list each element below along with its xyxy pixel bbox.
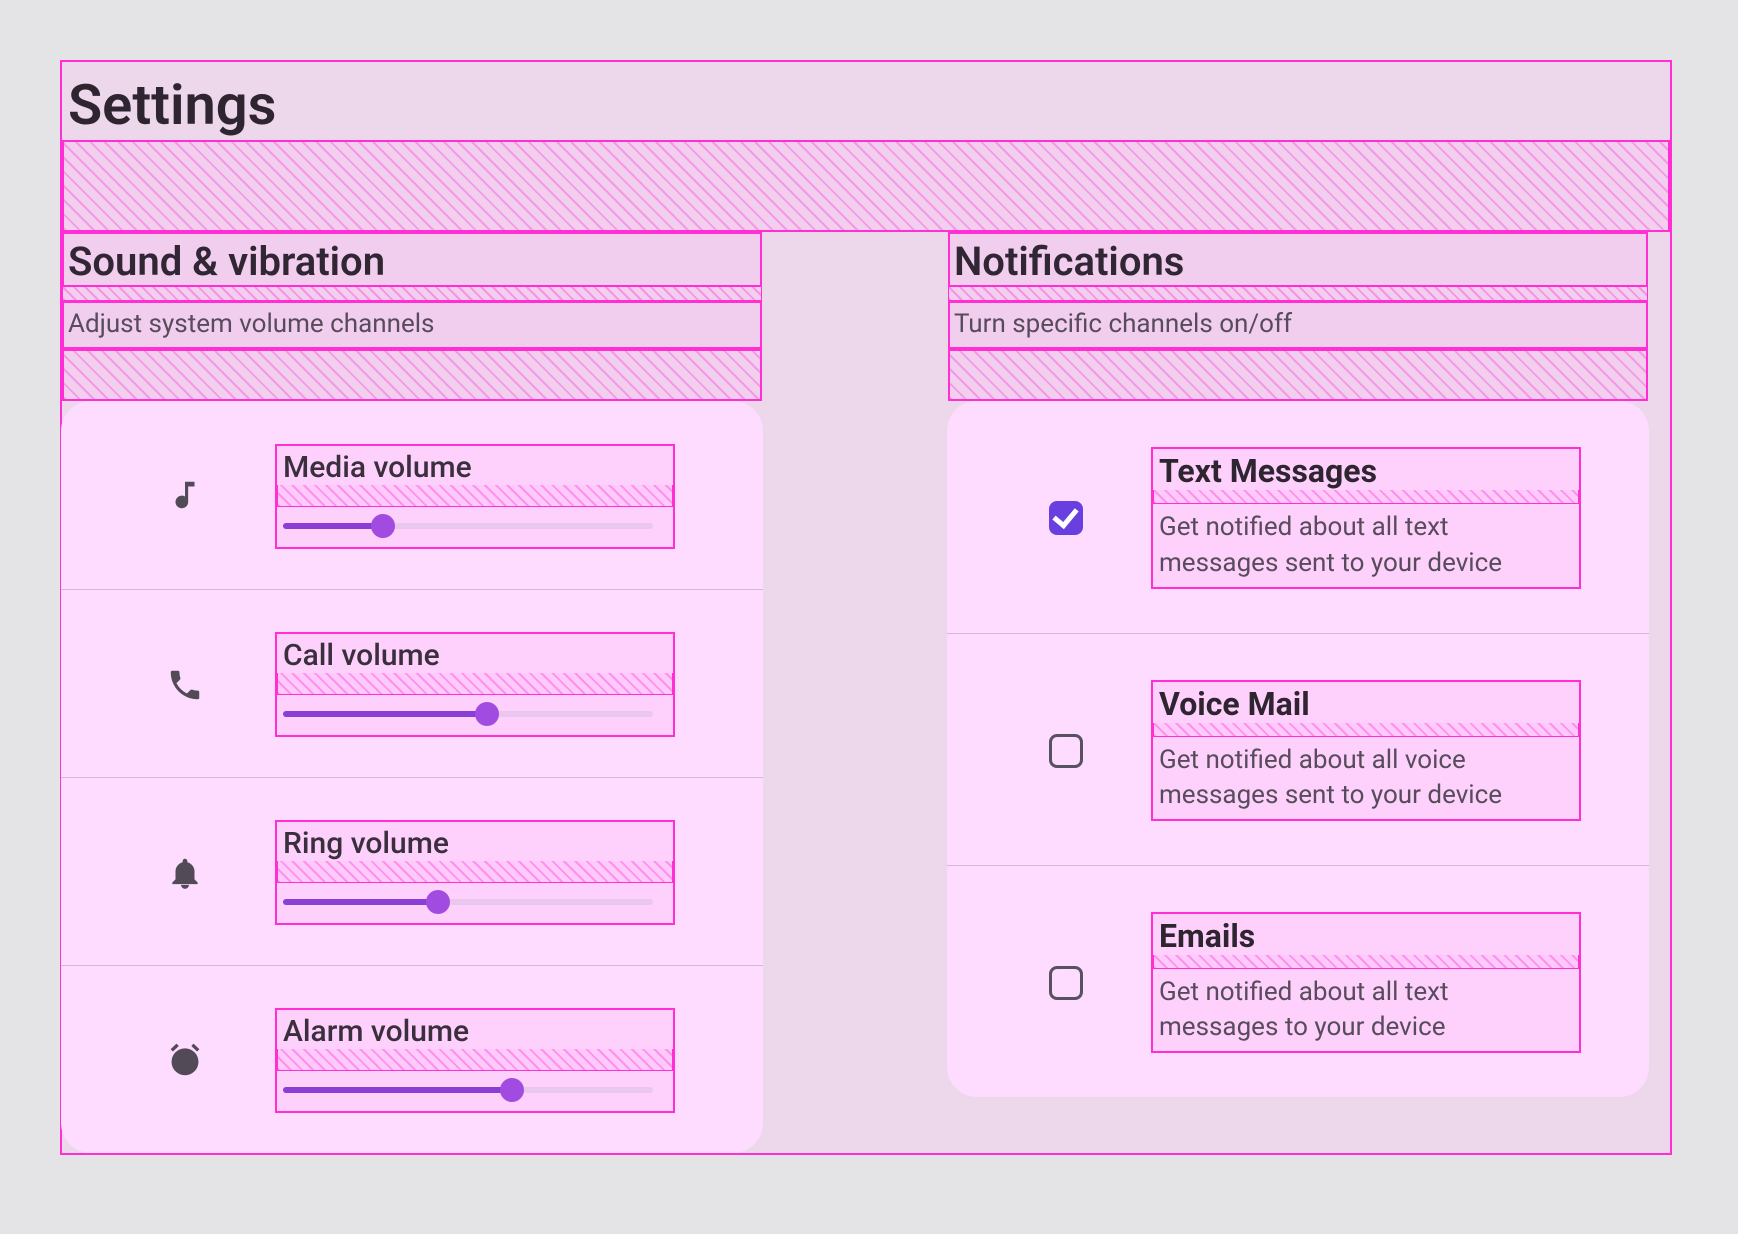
notifications-section: Notifications Turn specific channels on/… [948, 232, 1648, 1153]
notification-desc: Get notified about all text messages sen… [1153, 504, 1579, 586]
notification-row-voice-mail: Voice Mail Get notified about all voice … [947, 633, 1649, 865]
page-title: Settings [62, 62, 1670, 140]
emails-checkbox[interactable] [1049, 966, 1083, 1000]
spacer [948, 287, 1648, 301]
notification-desc: Get notified about all voice messages se… [1153, 737, 1579, 819]
volume-row-ring: Ring volume [61, 777, 763, 965]
text-messages-checkbox[interactable] [1049, 501, 1083, 535]
volume-label: Ring volume [277, 822, 673, 861]
notification-desc: Get notified about all text messages to … [1153, 969, 1579, 1051]
voice-mail-checkbox[interactable] [1049, 734, 1083, 768]
spacer [948, 349, 1648, 401]
notifications-section-title: Notifications [948, 232, 1648, 287]
notifications-section-subtitle: Turn specific channels on/off [948, 301, 1648, 349]
phone-icon [95, 666, 275, 704]
sound-section-subtitle: Adjust system volume channels [62, 301, 762, 349]
volume-row-call: Call volume [61, 589, 763, 777]
volume-label: Call volume [277, 634, 673, 673]
bell-icon [95, 854, 275, 892]
settings-page: Settings Sound & vibration Adjust system… [60, 60, 1672, 1155]
notification-title: Voice Mail [1153, 682, 1579, 723]
sound-section-title: Sound & vibration [62, 232, 762, 287]
notification-row-emails: Emails Get notified about all text messa… [947, 865, 1649, 1097]
ring-volume-slider[interactable] [283, 889, 653, 913]
spacer [1153, 490, 1579, 504]
spacer [277, 861, 673, 883]
alarm-icon [95, 1042, 275, 1080]
spacer [277, 1049, 673, 1071]
spacer [277, 485, 673, 507]
sound-card: Media volume [61, 401, 763, 1153]
spacer [1153, 723, 1579, 737]
spacer [277, 673, 673, 695]
volume-label: Alarm volume [277, 1010, 673, 1049]
call-volume-slider[interactable] [283, 701, 653, 725]
notifications-card: Text Messages Get notified about all tex… [947, 401, 1649, 1097]
volume-row-alarm: Alarm volume [61, 965, 763, 1153]
spacer [1153, 955, 1579, 969]
volume-row-media: Media volume [61, 401, 763, 589]
sound-section: Sound & vibration Adjust system volume c… [62, 232, 762, 1153]
music-note-icon [95, 477, 275, 515]
spacer [62, 349, 762, 401]
spacer [62, 140, 1670, 232]
volume-label: Media volume [277, 446, 673, 485]
spacer [62, 287, 762, 301]
notification-title: Text Messages [1153, 449, 1579, 490]
alarm-volume-slider[interactable] [283, 1077, 653, 1101]
notification-row-text-messages: Text Messages Get notified about all tex… [947, 401, 1649, 633]
notification-title: Emails [1153, 914, 1579, 955]
media-volume-slider[interactable] [283, 513, 653, 537]
